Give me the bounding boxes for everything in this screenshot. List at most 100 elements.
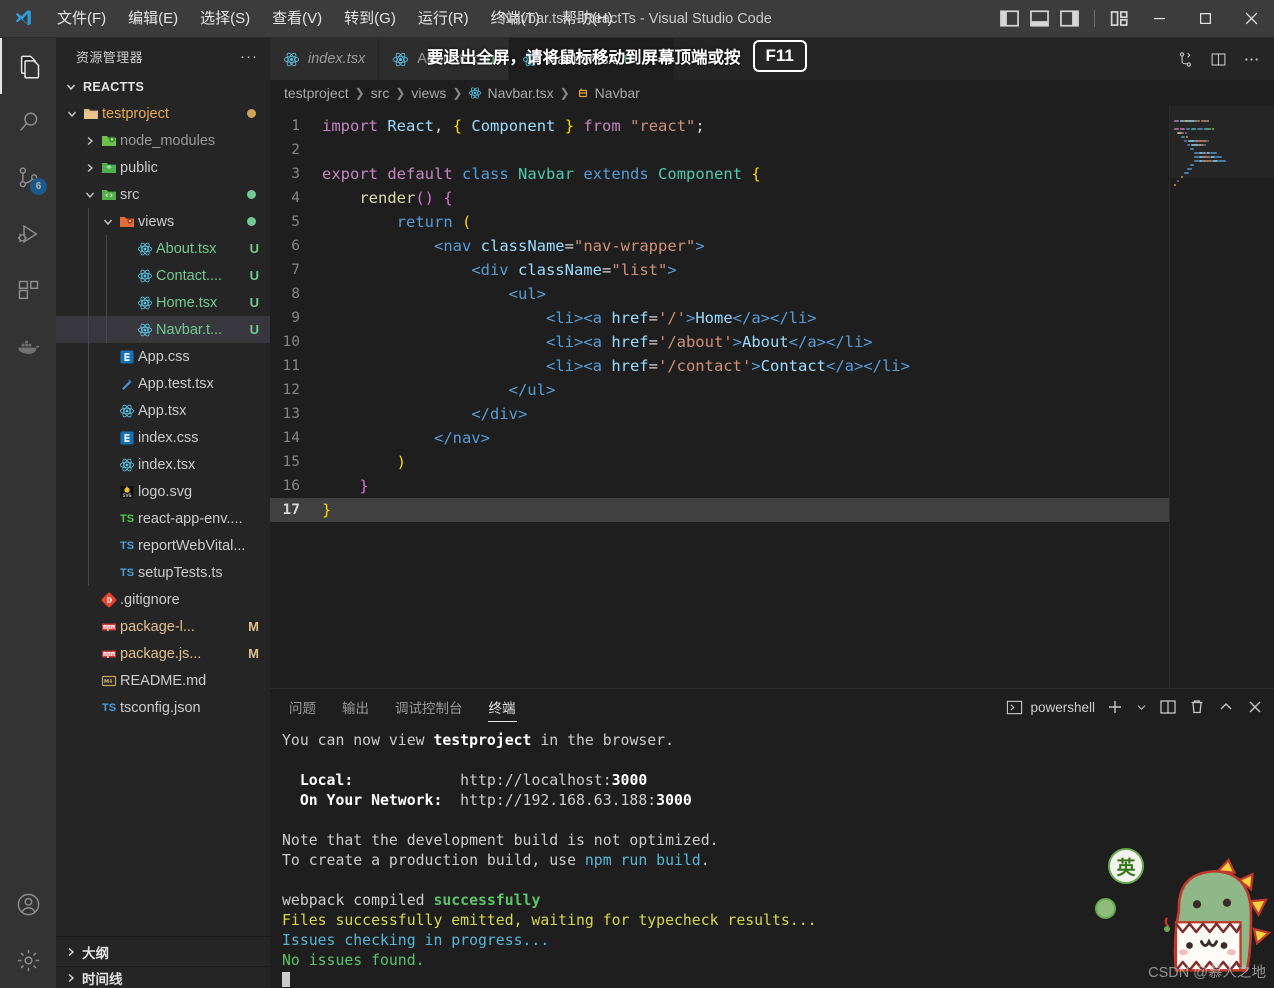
tab-about-tsx[interactable]: About.tsx U	[379, 38, 510, 80]
code-line[interactable]: 7 <div className="list">	[270, 258, 1274, 282]
kill-terminal-icon[interactable]	[1188, 698, 1206, 716]
tree-item[interactable]: SVG logo.svg	[56, 478, 270, 505]
activity-extensions[interactable]	[0, 262, 56, 318]
tree-item[interactable]: package.js... M	[56, 640, 270, 667]
activity-explorer[interactable]	[0, 38, 56, 94]
more-actions-icon[interactable]	[1243, 51, 1260, 68]
activity-accounts[interactable]	[0, 876, 56, 932]
close-panel-icon[interactable]	[1246, 698, 1264, 716]
code-line[interactable]: 9 <li><a href='/'>Home</a></li>	[270, 306, 1274, 330]
toggle-secondary-sidebar-icon[interactable]	[1059, 8, 1080, 29]
minimap-slider[interactable]	[1170, 106, 1274, 178]
menu-help[interactable]: 帮助(H)	[551, 5, 624, 33]
tree-item[interactable]: package-l... M	[56, 613, 270, 640]
menu-view[interactable]: 查看(V)	[261, 5, 333, 33]
breadcrumb-item[interactable]: Navbar	[576, 85, 640, 101]
chevron-right-icon[interactable]	[82, 162, 98, 174]
tree-item[interactable]: .gitignore	[56, 586, 270, 613]
menu-terminal[interactable]: 终端(T)	[480, 5, 551, 33]
menu-selection[interactable]: 选择(S)	[189, 5, 261, 33]
code-line[interactable]: 15 )	[270, 450, 1274, 474]
menu-run[interactable]: 运行(R)	[407, 5, 480, 33]
tree-item[interactable]: TS setupTests.ts	[56, 559, 270, 586]
tree-item[interactable]: README.md	[56, 667, 270, 694]
code-line[interactable]: 17}	[270, 498, 1274, 522]
toggle-panel-icon[interactable]	[1029, 8, 1050, 29]
tab-index-tsx[interactable]: index.tsx	[270, 38, 380, 80]
tree-item[interactable]: App.test.tsx	[56, 370, 270, 397]
code-line[interactable]: 1 import React, { Component } from "react…	[270, 114, 1274, 138]
customize-layout-icon[interactable]	[1109, 8, 1130, 29]
sidebar-panel-outline[interactable]: 大纲	[56, 936, 270, 966]
menu-file[interactable]: 文件(F)	[46, 5, 117, 33]
new-terminal-icon[interactable]	[1106, 698, 1124, 716]
file-tree[interactable]: testproject node_modules public src views Abo…	[56, 99, 270, 936]
tree-item[interactable]: node_modules	[56, 127, 270, 154]
tab-navbar-tsx[interactable]: Navbar.tsx U	[509, 38, 675, 80]
activity-run-debug[interactable]	[0, 206, 56, 262]
sidebar-panel-timeline[interactable]: 时间线	[56, 966, 270, 988]
code-editor[interactable]: 1 import React, { Component } from "react…	[270, 106, 1274, 688]
menu-go[interactable]: 转到(G)	[333, 5, 407, 33]
sidebar-more-actions-icon[interactable]: ···	[240, 48, 258, 65]
code-line[interactable]: 10 <li><a href='/about'>About</a></li>	[270, 330, 1274, 354]
panel-tab-debug-console[interactable]: 调试控制台	[394, 693, 464, 722]
breadcrumb-item[interactable]: Navbar.tsx	[468, 85, 554, 101]
code-line[interactable]: 11 <li><a href='/contact'>Contact</a></l…	[270, 354, 1274, 378]
window-minimize-button[interactable]	[1136, 0, 1182, 38]
tree-item[interactable]: TS tsconfig.json	[56, 694, 270, 721]
tree-item[interactable]: public	[56, 154, 270, 181]
panel-tab-terminal[interactable]: 终端	[487, 693, 517, 722]
code-content[interactable]: 1 import React, { Component } from "react…	[270, 106, 1274, 522]
tree-item[interactable]: About.tsx U	[56, 235, 270, 262]
terminal-selector[interactable]: powershell	[1006, 699, 1095, 716]
tree-item[interactable]: views	[56, 208, 270, 235]
tree-item[interactable]: TS react-app-env....	[56, 505, 270, 532]
code-line[interactable]: 8 <ul>	[270, 282, 1274, 306]
tree-item[interactable]: App.css	[56, 343, 270, 370]
panel-tab-output[interactable]: 输出	[341, 693, 370, 722]
window-maximize-button[interactable]	[1182, 0, 1228, 38]
tree-item[interactable]: index.css	[56, 424, 270, 451]
window-close-button[interactable]	[1228, 0, 1274, 38]
activity-source-control[interactable]: 6	[0, 150, 56, 206]
breadcrumb-item[interactable]: testproject	[284, 85, 349, 101]
breadcrumb-item[interactable]: src	[371, 85, 390, 101]
terminal-output[interactable]: You can now view testproject in the brow…	[270, 725, 1274, 988]
menu-edit[interactable]: 编辑(E)	[117, 5, 189, 33]
tree-item[interactable]: Contact.... U	[56, 262, 270, 289]
activity-settings[interactable]	[0, 932, 56, 988]
split-terminal-icon[interactable]	[1159, 698, 1177, 716]
tab-close-icon[interactable]	[641, 53, 661, 66]
tree-item[interactable]: App.tsx	[56, 397, 270, 424]
tree-item[interactable]: index.tsx	[56, 451, 270, 478]
maximize-panel-icon[interactable]	[1217, 698, 1235, 716]
toggle-primary-sidebar-icon[interactable]	[999, 8, 1020, 29]
code-line[interactable]: 14 </nav>	[270, 426, 1274, 450]
tree-item[interactable]: Navbar.t... U	[56, 316, 270, 343]
breadcrumb-item[interactable]: views	[411, 85, 446, 101]
chevron-down-icon[interactable]	[100, 216, 116, 228]
terminal-dropdown-icon[interactable]	[1135, 698, 1148, 716]
code-line[interactable]: 2	[270, 138, 1274, 162]
code-line[interactable]: 13 </div>	[270, 402, 1274, 426]
breadcrumb[interactable]: testproject ❯ src ❯ views ❯ Navbar.tsx ❯ Navbar	[270, 80, 1274, 106]
code-line[interactable]: 16 }	[270, 474, 1274, 498]
chevron-down-icon[interactable]	[64, 108, 80, 120]
panel-tab-problems[interactable]: 问题	[288, 693, 317, 722]
split-source-control-icon[interactable]	[1177, 51, 1194, 68]
split-editor-icon[interactable]	[1210, 51, 1227, 68]
activity-docker[interactable]	[0, 318, 56, 374]
code-line[interactable]: 12 </ul>	[270, 378, 1274, 402]
code-line[interactable]: 4 render() {	[270, 186, 1274, 210]
tree-item[interactable]: src	[56, 181, 270, 208]
code-line[interactable]: 6 <nav className="nav-wrapper">	[270, 234, 1274, 258]
minimap[interactable]	[1169, 106, 1274, 688]
tree-item[interactable]: testproject	[56, 100, 270, 127]
code-line[interactable]: 5 return (	[270, 210, 1274, 234]
chevron-down-icon[interactable]	[82, 189, 98, 201]
tree-item[interactable]: Home.tsx U	[56, 289, 270, 316]
activity-search[interactable]	[0, 94, 56, 150]
code-line[interactable]: 3 export default class Navbar extends Com…	[270, 162, 1274, 186]
chevron-right-icon[interactable]	[82, 135, 98, 147]
